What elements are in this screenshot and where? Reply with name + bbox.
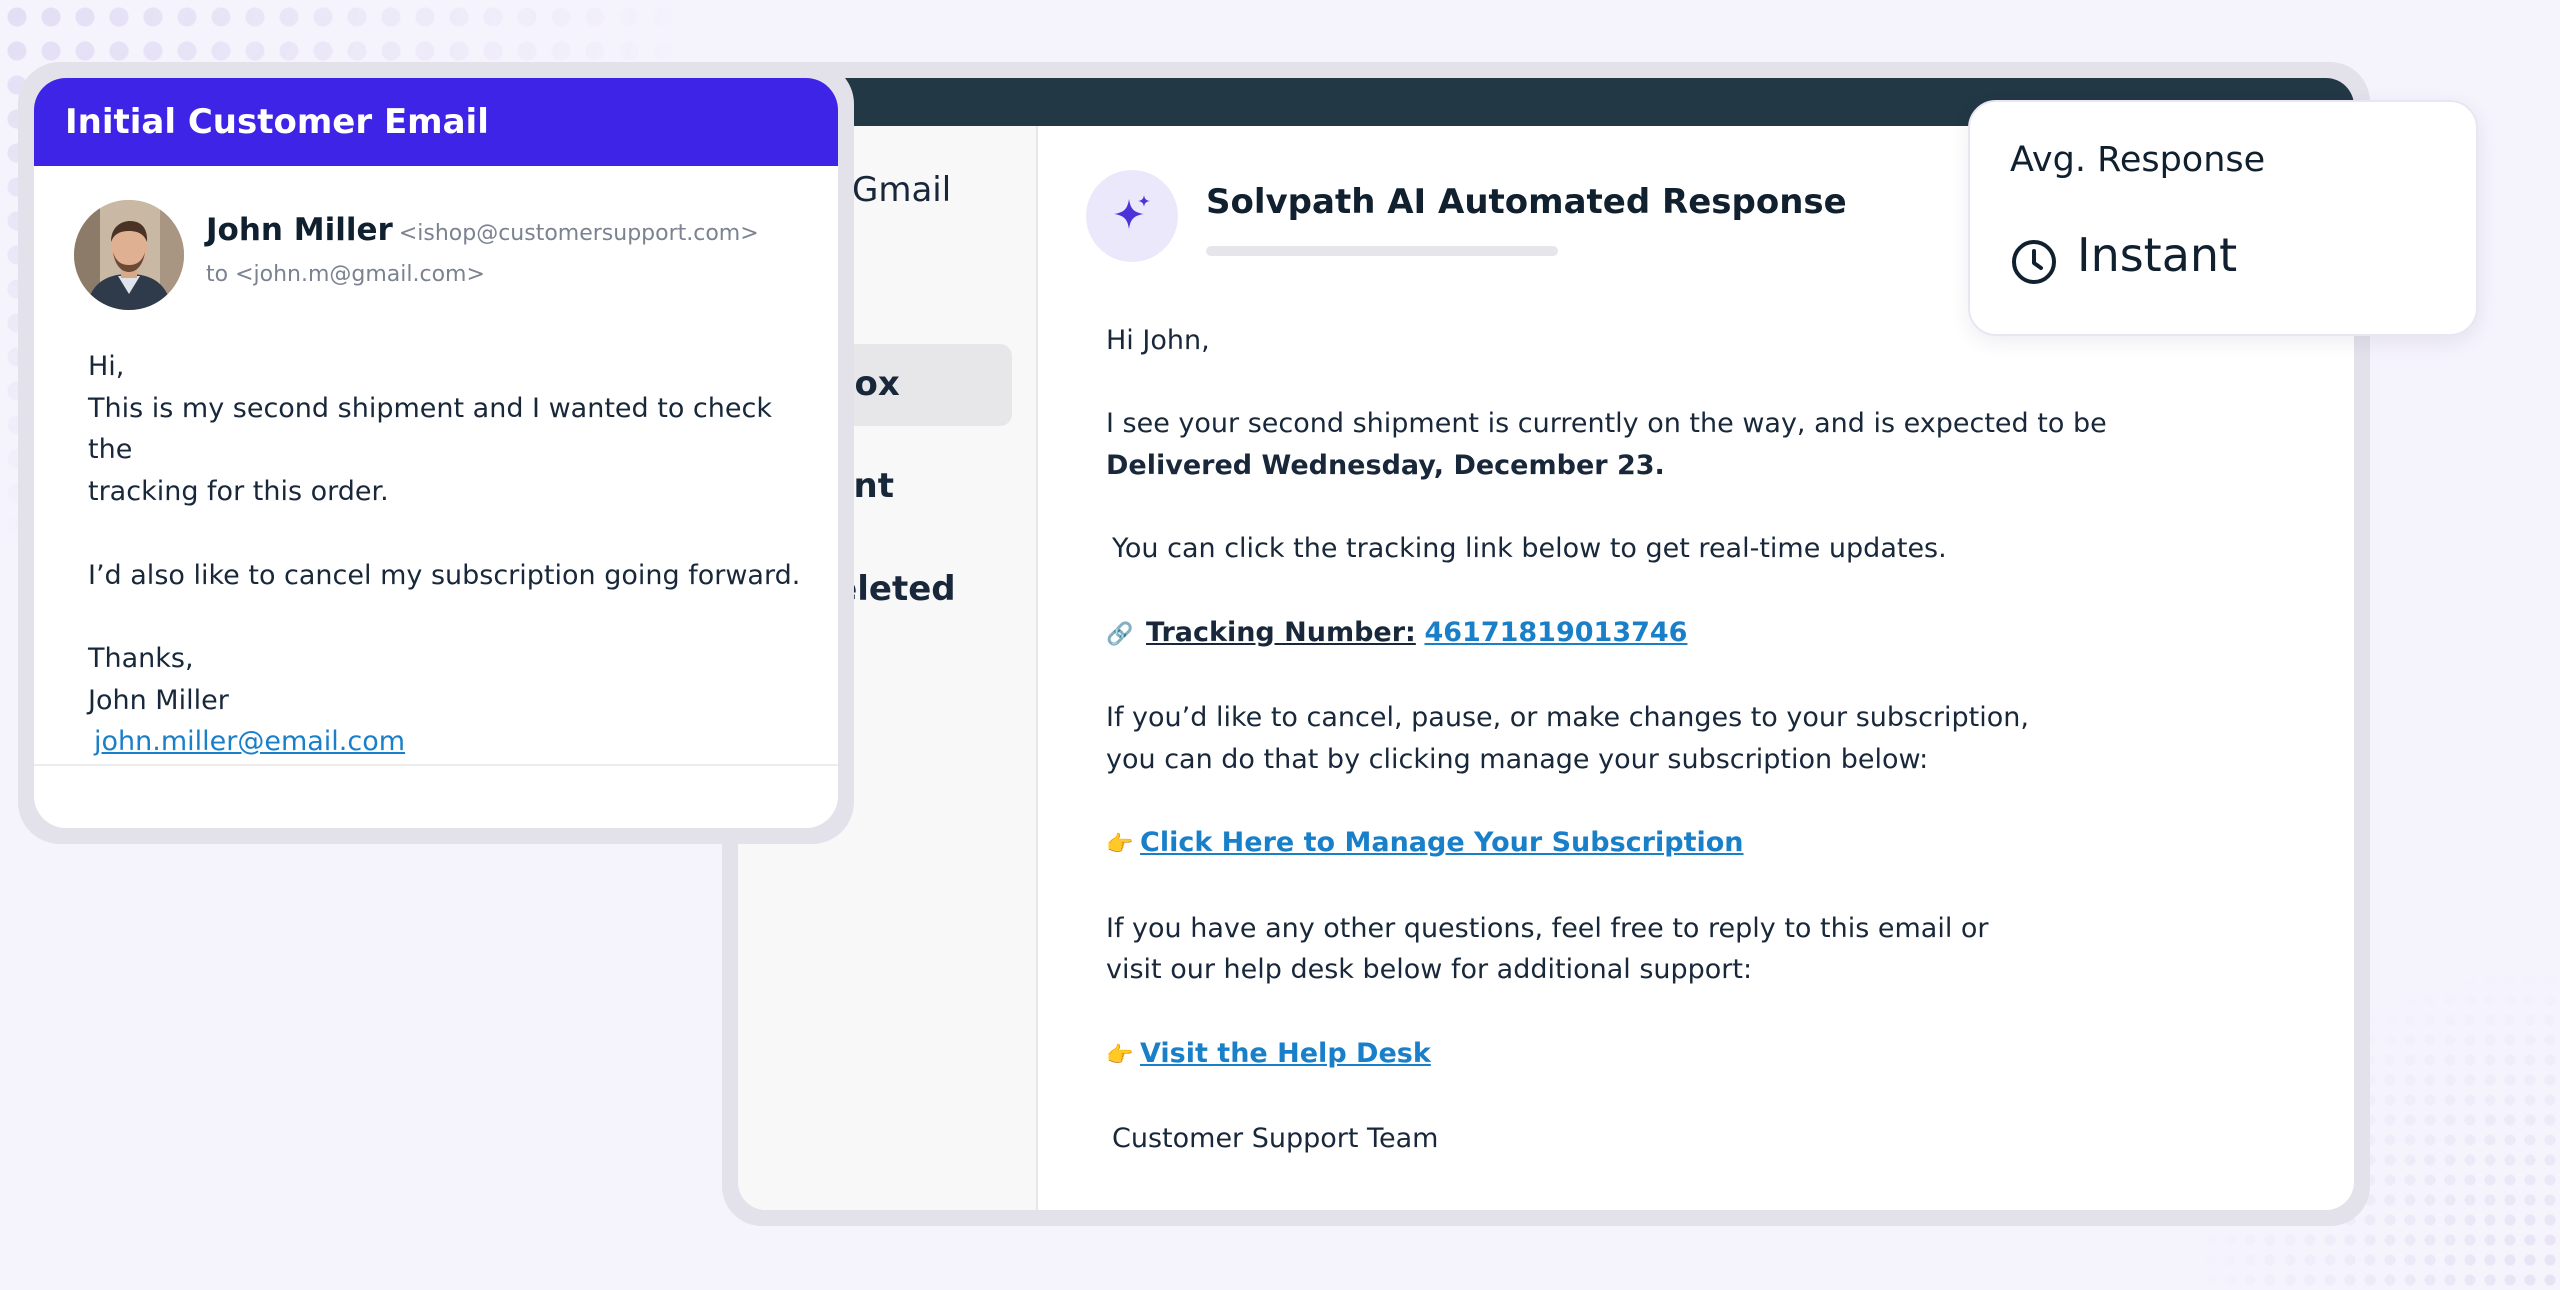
pointing-hand-icon: 👉 xyxy=(1106,1042,1134,1068)
body-text: visit our help desk below for additional… xyxy=(1106,954,1753,986)
card-title: Initial Customer Email xyxy=(65,102,489,142)
recipient-line: to <john.m@gmail.com> xyxy=(206,262,485,287)
body-text: I’d also like to cancel my subscription … xyxy=(88,559,801,591)
customer-email-header: Initial Customer Email xyxy=(34,78,838,166)
greeting: Hi, xyxy=(88,351,125,382)
body-text: tracking for this order. xyxy=(88,476,389,508)
body-text: If you’d like to cancel, pause, or make … xyxy=(1106,702,2029,734)
body-text: You can click the tracking link below to… xyxy=(1112,533,1947,565)
message-body: Hi John, I see your second shipment is c… xyxy=(1106,320,2286,1160)
message-subject: Solvpath AI Automated Response xyxy=(1206,182,1847,222)
sidebar-brand: Gmail xyxy=(852,170,952,210)
sender-name-text: John Miller xyxy=(206,212,393,248)
customer-email-body: Hi, This is my second shipment and I wan… xyxy=(88,346,808,763)
subject-placeholder-bar xyxy=(1206,246,1558,256)
ai-avatar xyxy=(1086,170,1178,262)
tracking-label: Tracking Number: xyxy=(1146,616,1416,648)
customer-email-card: Initial Customer Email John Miller <ishop… xyxy=(34,78,838,828)
signature-name: John Miller xyxy=(88,684,229,716)
body-text: This is my second shipment and I wanted … xyxy=(88,392,772,466)
manage-subscription-link[interactable]: Click Here to Manage Your Subscription xyxy=(1140,827,1744,858)
divider xyxy=(34,764,838,766)
help-desk-link[interactable]: Visit the Help Desk xyxy=(1140,1038,1431,1069)
link-icon: 🔗 xyxy=(1106,621,1134,647)
stat-value: Instant xyxy=(2077,228,2238,282)
sparkle-icon xyxy=(1114,195,1150,229)
avatar xyxy=(74,200,184,310)
clock-icon xyxy=(2012,240,2056,284)
signature-email-link[interactable]: john.miller@email.com xyxy=(94,726,405,757)
sender-name: John Miller <ishop@customersupport.com> xyxy=(206,212,759,248)
pointing-hand-icon: 👉 xyxy=(1106,832,1134,858)
stat-label: Avg. Response xyxy=(2010,140,2266,180)
body-text: you can do that by clicking manage your … xyxy=(1106,743,1929,775)
body-text: I see your second shipment is currently … xyxy=(1106,408,2107,440)
avg-response-card: Avg. Response Instant xyxy=(1968,100,2478,336)
sender-address: <ishop@customersupport.com> xyxy=(398,221,759,246)
body-text: If you have any other questions, feel fr… xyxy=(1106,912,1989,944)
signoff: Customer Support Team xyxy=(1112,1123,1439,1155)
delivery-date: Delivered Wednesday, December 23. xyxy=(1106,450,1665,482)
closing: Thanks, xyxy=(88,642,194,674)
tracking-number-link[interactable]: 46171819013746 xyxy=(1424,617,1687,648)
